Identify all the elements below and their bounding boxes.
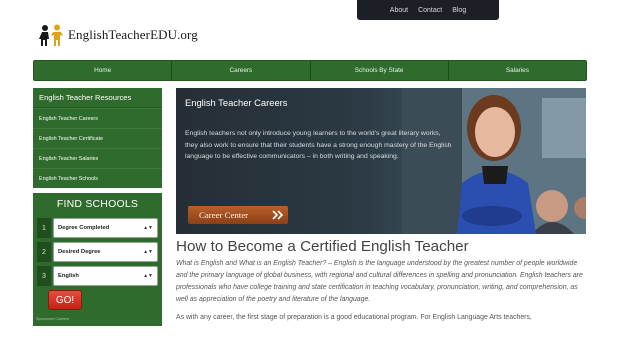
subject-select[interactable]: English ▲▼ <box>53 266 158 286</box>
sponsored-label: Sponsored Content <box>36 317 69 321</box>
resource-link-certificate[interactable]: English Teacher Certificate <box>33 128 162 148</box>
resource-link-salaries[interactable]: English Teacher Salaries <box>33 148 162 168</box>
step-number: 3 <box>37 266 51 286</box>
hero-title: English Teacher Careers <box>185 97 288 108</box>
desired-degree-select[interactable]: Desired Degree ▲▼ <box>53 242 158 262</box>
top-link-blog[interactable]: Blog <box>452 7 466 14</box>
article: How to Become a Certified English Teache… <box>176 238 586 324</box>
career-center-label: Career Center <box>199 210 249 220</box>
nav-home[interactable]: Home <box>34 61 173 80</box>
find-schools-title: FIND SCHOOLS <box>56 198 139 210</box>
school-row-1: 1 Degree Completed ▲▼ <box>37 218 158 238</box>
resources-title: English Teacher Resources <box>33 88 162 108</box>
select-value: English <box>58 273 79 279</box>
article-paragraph-2: As with any career, the first stage of p… <box>176 314 532 322</box>
main-nav: Home Careers Schools By State Salaries <box>33 60 587 81</box>
school-row-3: 3 English ▲▼ <box>37 266 158 286</box>
select-value: Desired Degree <box>58 249 101 255</box>
logo-text: EnglishTeacherEDU.org <box>68 27 198 42</box>
select-value: Degree Completed <box>58 225 110 231</box>
hero-text: English teachers not only introduce youn… <box>185 130 452 161</box>
top-link-about[interactable]: About <box>390 7 408 14</box>
resources-box: English Teacher Resources English Teache… <box>33 88 162 188</box>
nav-schools-by-state[interactable]: Schools By State <box>311 61 449 80</box>
chevron-right-icon <box>272 210 284 220</box>
teacher-student-icon <box>39 24 63 46</box>
top-link-contact[interactable]: Contact <box>418 7 442 14</box>
resource-link-schools[interactable]: English Teacher Schools <box>33 168 162 188</box>
go-button[interactable]: GO! <box>48 290 82 310</box>
resource-link-careers[interactable]: English Teacher Careers <box>33 108 162 128</box>
article-paragraph-1: What is English and What is an English T… <box>176 260 583 304</box>
career-center-button[interactable]: Career Center <box>188 206 288 224</box>
select-arrows-icon: ▲▼ <box>143 273 153 279</box>
hero-banner: English Teacher Careers English teachers… <box>176 88 586 234</box>
school-row-2: 2 Desired Degree ▲▼ <box>37 242 158 262</box>
sidebar: English Teacher Resources English Teache… <box>33 88 162 188</box>
step-number: 1 <box>37 218 51 238</box>
top-links-bar: About Contact Blog <box>357 0 499 20</box>
nav-salaries[interactable]: Salaries <box>449 61 586 80</box>
nav-careers[interactable]: Careers <box>172 61 311 80</box>
degree-completed-select[interactable]: Degree Completed ▲▼ <box>53 218 158 238</box>
select-arrows-icon: ▲▼ <box>143 249 153 255</box>
article-title: How to Become a Certified English Teache… <box>176 238 469 255</box>
site-logo[interactable]: EnglishTeacherEDU.org <box>38 24 198 46</box>
select-arrows-icon: ▲▼ <box>143 225 153 231</box>
step-number: 2 <box>37 242 51 262</box>
